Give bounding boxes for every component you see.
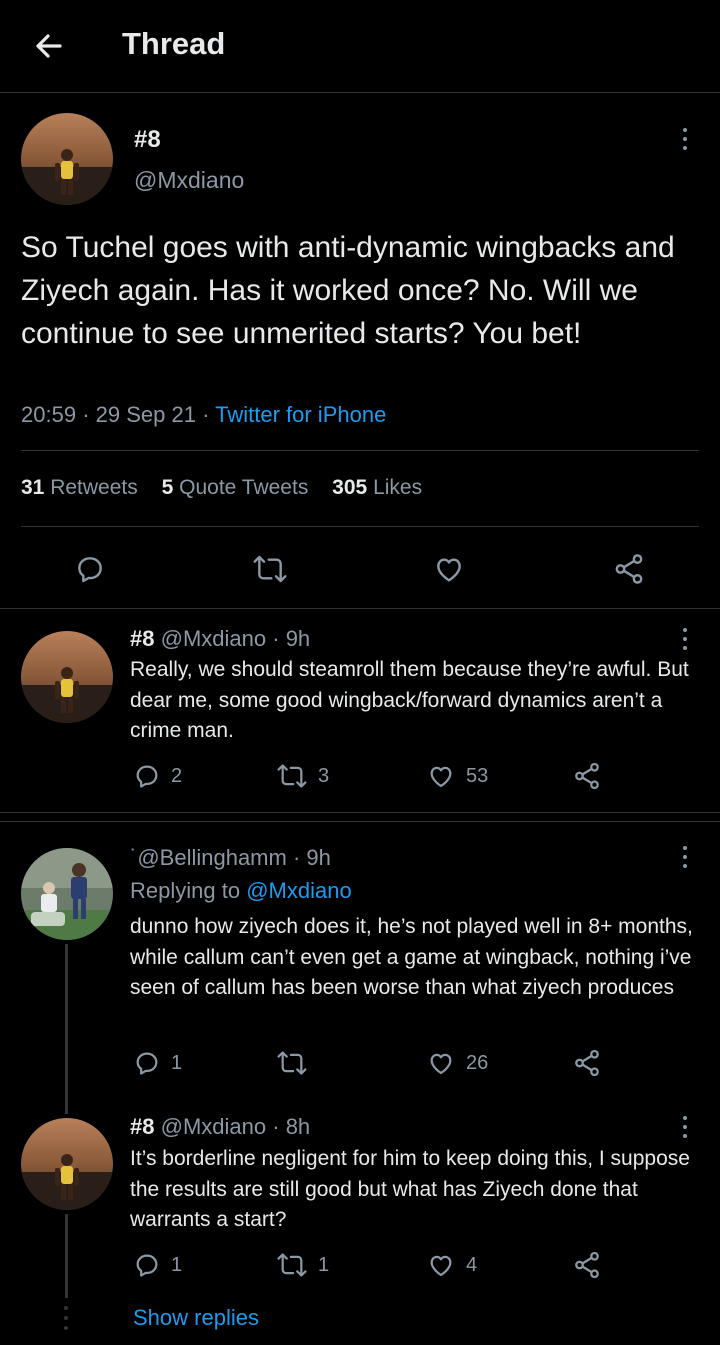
- more-options-icon[interactable]: [680, 628, 690, 654]
- author-handle[interactable]: ˙@Bellinghamm: [130, 845, 287, 870]
- retweet-icon: [277, 764, 307, 788]
- retweet-button[interactable]: [276, 1049, 318, 1077]
- tweet-meta: 20:59 · 29 Sep 21 · Twitter for iPhone: [21, 402, 386, 428]
- like-count: 4: [466, 1253, 478, 1276]
- avatar-image: [21, 848, 113, 940]
- author-name[interactable]: #8: [134, 126, 161, 154]
- thread-continuation-dots: [64, 1306, 68, 1336]
- separator: ·: [202, 402, 210, 427]
- reply-icon: [136, 1254, 158, 1277]
- heart-icon: [430, 1053, 452, 1075]
- thread-line: [65, 1214, 68, 1298]
- top-bar: Thread: [0, 0, 720, 93]
- likes-stat[interactable]: 305 Likes: [332, 476, 422, 499]
- reply-icon: [136, 1052, 158, 1075]
- retweet-count: 3: [318, 764, 330, 787]
- divider: [0, 821, 720, 822]
- reply-age[interactable]: 8h: [286, 1114, 310, 1139]
- more-options-icon[interactable]: [680, 128, 690, 154]
- tweet-text: So Tuchel goes with anti-dynamic wingbac…: [21, 231, 675, 350]
- reply-count: 1: [171, 1253, 183, 1276]
- tweet-time[interactable]: 20:59: [21, 402, 76, 427]
- avatar[interactable]: [21, 848, 113, 940]
- author-name[interactable]: #8: [130, 1114, 154, 1139]
- divider: [21, 450, 699, 451]
- like-button[interactable]: 26: [426, 1049, 488, 1077]
- share-icon: [575, 1049, 599, 1077]
- separator: ·: [292, 845, 301, 870]
- author-name[interactable]: #8: [130, 626, 154, 651]
- share-icon: [615, 554, 643, 584]
- avatar[interactable]: [21, 631, 113, 723]
- divider: [0, 812, 720, 813]
- retweets-stat[interactable]: 31 Retweets: [21, 476, 138, 499]
- avatar-image: [21, 1118, 113, 1210]
- like-button[interactable]: 4: [426, 1251, 477, 1279]
- separator: ·: [272, 1114, 280, 1139]
- share-button[interactable]: [572, 761, 602, 791]
- more-options-icon[interactable]: [680, 846, 690, 872]
- page-title: Thread: [122, 26, 226, 61]
- author-handle[interactable]: @Mxdiano: [134, 167, 244, 194]
- heart-icon: [430, 1255, 452, 1277]
- retweet-button[interactable]: [252, 553, 288, 585]
- reply-button[interactable]: 2: [133, 762, 182, 790]
- reply-text: It’s borderline negligent for him to kee…: [130, 1147, 690, 1231]
- avatar-image: [21, 631, 113, 723]
- retweet-button[interactable]: 3: [276, 762, 329, 790]
- like-button[interactable]: [432, 553, 466, 585]
- like-button[interactable]: 53: [426, 762, 488, 790]
- thread-line: [65, 944, 68, 1114]
- separator: ·: [82, 402, 90, 427]
- retweet-button[interactable]: 1: [276, 1251, 329, 1279]
- engagement-stats: 31 Retweets 5 Quote Tweets 305 Likes: [21, 476, 440, 500]
- retweet-icon: [277, 1051, 307, 1075]
- reply-button[interactable]: 1: [133, 1049, 182, 1077]
- like-count: 53: [466, 764, 489, 787]
- retweet-count: 1: [318, 1253, 330, 1276]
- separator: ·: [272, 626, 280, 651]
- replying-to-link[interactable]: @Mxdiano: [246, 878, 352, 903]
- show-replies-link[interactable]: Show replies: [133, 1305, 259, 1331]
- like-count: 26: [466, 1051, 489, 1074]
- divider: [21, 526, 699, 527]
- tweet-source-link[interactable]: Twitter for iPhone: [215, 402, 386, 427]
- reply-text: dunno how ziyech does it, he’s not playe…: [130, 915, 693, 999]
- avatar[interactable]: [21, 113, 113, 205]
- retweet-icon: [253, 555, 287, 583]
- replying-label: Replying to: [130, 878, 241, 903]
- avatar[interactable]: [21, 1118, 113, 1210]
- heart-icon: [437, 558, 461, 582]
- quote-tweets-stat[interactable]: 5 Quote Tweets: [162, 476, 309, 499]
- retweet-icon: [277, 1253, 307, 1277]
- reply-button[interactable]: 1: [133, 1251, 182, 1279]
- reply-count: 1: [171, 1051, 183, 1074]
- share-button[interactable]: [612, 552, 646, 586]
- share-icon: [575, 762, 599, 790]
- reply-header: #8 @Mxdiano · 8h: [130, 1114, 310, 1140]
- divider: [0, 608, 720, 609]
- heart-icon: [430, 766, 452, 788]
- more-options-icon[interactable]: [680, 1116, 690, 1142]
- reply-icon: [136, 765, 158, 788]
- tweet-date[interactable]: 29 Sep 21: [96, 402, 196, 427]
- author-handle[interactable]: @Mxdiano: [161, 626, 267, 651]
- reply-icon: [78, 557, 102, 583]
- share-icon: [575, 1251, 599, 1279]
- reply-button[interactable]: [74, 553, 106, 585]
- share-button[interactable]: [572, 1048, 602, 1078]
- replying-to: Replying to @Mxdiano: [130, 878, 352, 904]
- reply-header: #8 @Mxdiano · 9h: [130, 626, 310, 652]
- share-button[interactable]: [572, 1250, 602, 1280]
- reply-count: 2: [171, 764, 183, 787]
- avatar-image: [21, 113, 113, 205]
- reply-text: Really, we should steamroll them because…: [130, 658, 689, 742]
- reply-age[interactable]: 9h: [286, 626, 310, 651]
- author-handle[interactable]: @Mxdiano: [161, 1114, 267, 1139]
- reply-age[interactable]: 9h: [306, 845, 330, 870]
- back-arrow-icon[interactable]: [30, 28, 66, 64]
- reply-header: ˙@Bellinghamm · 9h: [130, 845, 331, 871]
